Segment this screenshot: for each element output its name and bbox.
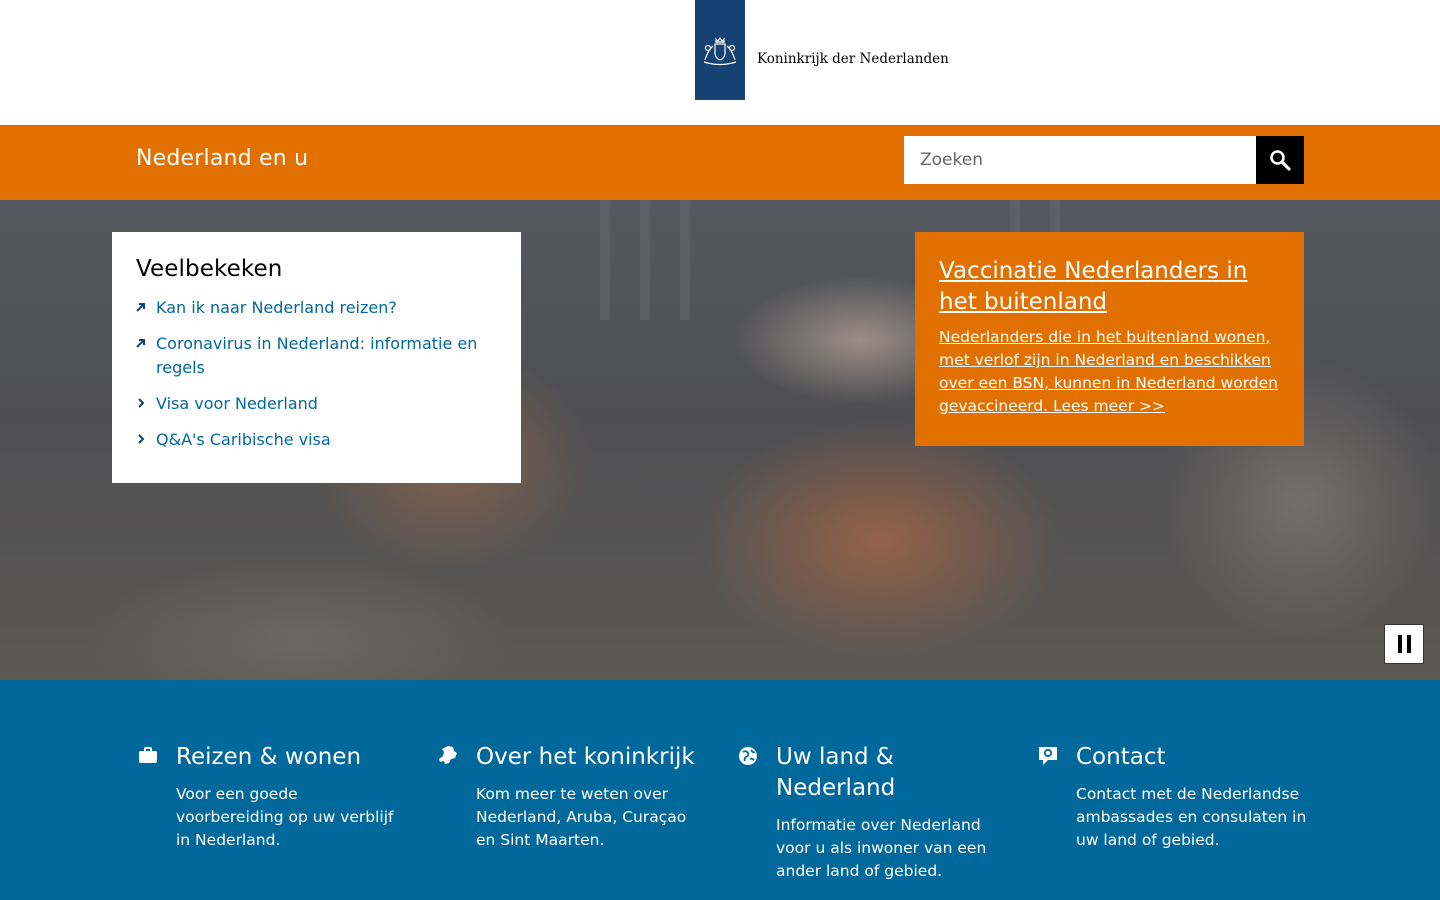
tile-text: Contact met de Nederlandse ambassades en… — [1076, 785, 1307, 849]
logo-wordmark: Koninkrijk der Nederlanden — [757, 51, 949, 67]
popular-link[interactable]: Q&A's Caribische visa — [156, 428, 331, 452]
pause-icon — [1397, 635, 1402, 653]
list-item: Visa voor Nederland — [136, 392, 497, 416]
chevron-right-icon — [136, 428, 156, 452]
pause-icon — [1406, 635, 1411, 653]
popular-link[interactable]: Visa voor Nederland — [156, 392, 318, 416]
netherlands-map-icon — [439, 746, 457, 764]
contact-speech-icon — [1039, 747, 1057, 765]
pause-button[interactable] — [1384, 624, 1424, 664]
feature-highlight-box: Vaccinatie Nederlanders in het buitenlan… — [915, 232, 1304, 446]
suitcase-icon — [139, 747, 157, 763]
globe-icon — [739, 747, 757, 765]
tile-title: Reizen & wonen — [176, 744, 362, 770]
popular-link[interactable]: Coronavirus in Nederland: informatie en … — [156, 332, 497, 380]
chevron-right-icon — [136, 392, 156, 416]
list-item: Q&A's Caribische visa — [136, 428, 497, 452]
coat-of-arms-icon — [703, 36, 737, 66]
search-icon — [1270, 150, 1291, 171]
external-arrow-icon — [136, 296, 156, 320]
search-input[interactable] — [904, 136, 1256, 184]
tile-title: Over het koninkrijk — [476, 744, 695, 770]
tile-title: Contact — [1076, 744, 1166, 770]
list-item: Coronavirus in Nederland: informatie en … — [136, 332, 497, 380]
popular-box: Veelbekeken Kan ik naar Nederland reizen… — [112, 232, 521, 483]
feature-text-link[interactable]: Nederlanders die in het buitenland wonen… — [939, 326, 1280, 418]
feature-title-link[interactable]: Vaccinatie Nederlanders in het buitenlan… — [939, 256, 1280, 318]
popular-list: Kan ik naar Nederland reizen? Coronaviru… — [136, 296, 497, 452]
search-button[interactable] — [1256, 136, 1304, 184]
external-arrow-icon — [136, 332, 156, 356]
popular-link[interactable]: Kan ik naar Nederland reizen? — [156, 296, 397, 320]
popular-heading: Veelbekeken — [136, 256, 283, 282]
tile-text: Voor een goede voorbereiding op uw verbl… — [176, 785, 394, 849]
tile-text: Kom meer te weten over Nederland, Aruba,… — [476, 785, 687, 849]
tile-text: Informatie over Nederland voor u als inw… — [776, 816, 987, 880]
list-item: Kan ik naar Nederland reizen? — [136, 296, 497, 320]
site-title[interactable]: Nederland en u — [136, 146, 308, 171]
rijksoverheid-logo[interactable] — [695, 0, 745, 100]
tile-title: Uw land & Nederland — [776, 744, 896, 801]
